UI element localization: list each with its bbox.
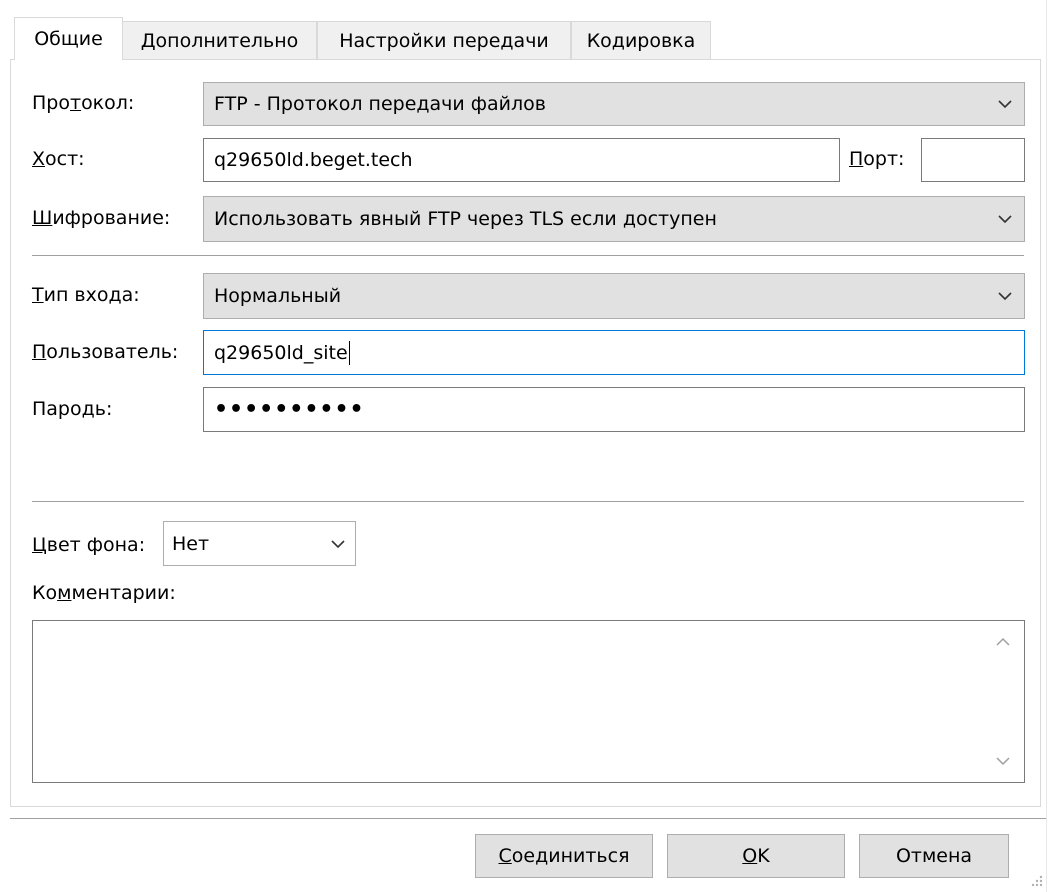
comments-label: Комментарии: [32,582,176,604]
window-edge [1046,0,1047,892]
port-input[interactable] [921,138,1025,182]
user-input[interactable]: q29650ld_site [203,330,1025,375]
user-value: q29650ld_site [214,341,348,364]
tab-charset[interactable]: Кодировка [571,21,711,59]
comments-textarea[interactable] [32,620,1025,783]
connect-button[interactable]: Соединиться [475,834,653,878]
bg-color-value: Нет [172,532,210,555]
password-value: •••••••••• [214,397,365,422]
separator [32,501,1024,502]
chevron-down-icon [998,292,1012,301]
tab-charset-label: Кодировка [586,29,696,52]
text-caret [348,340,350,365]
cancel-button-label: Отмена [895,845,973,867]
logon-type-label: Тип входа: [32,284,140,306]
tab-general-label: Общие [34,28,103,50]
bg-color-label: Цвет фона: [32,534,146,556]
tab-general[interactable]: Общие [14,17,123,60]
tab-transfer-settings[interactable]: Настройки передачи [317,21,571,59]
ok-button[interactable]: ОK [667,834,845,878]
user-label: Пользователь: [32,341,179,363]
separator [32,255,1024,256]
chevron-down-icon [998,100,1012,109]
host-label: Хост: [32,148,85,170]
tab-transfer-settings-label: Настройки передачи [339,29,549,52]
encryption-value: Использовать явный FTP через TLS если до… [214,208,717,230]
password-input[interactable]: •••••••••• [203,387,1025,432]
tab-advanced-label: Дополнительно [140,29,299,52]
port-label: Порт: [849,148,905,170]
resize-grip-icon[interactable] [1028,872,1044,888]
logon-type-select[interactable]: Нормальный [203,273,1025,319]
protocol-label: Протокол: [32,92,135,114]
connect-button-label: Соединиться [498,845,630,867]
logon-type-value: Нормальный [214,285,342,307]
bg-color-select[interactable]: Нет [163,521,356,566]
protocol-value: FTP - Протокол передачи файлов [214,93,546,115]
tab-advanced[interactable]: Дополнительно [122,21,317,59]
host-value: q29650ld.beget.tech [214,149,413,171]
encryption-select[interactable]: Использовать явный FTP через TLS если до… [203,196,1025,242]
scroll-down-icon[interactable] [994,754,1012,768]
password-label: Пародь: [32,398,113,420]
cancel-button[interactable]: Отмена [859,834,1009,878]
chevron-down-icon [331,539,345,548]
ok-button-label: ОK [742,845,770,867]
host-input[interactable]: q29650ld.beget.tech [203,138,840,182]
scroll-up-icon[interactable] [994,635,1012,649]
footer-separator [10,818,1046,819]
protocol-select[interactable]: FTP - Протокол передачи файлов [203,82,1025,126]
encryption-label: Шифрование: [32,207,171,229]
chevron-down-icon [998,215,1012,224]
